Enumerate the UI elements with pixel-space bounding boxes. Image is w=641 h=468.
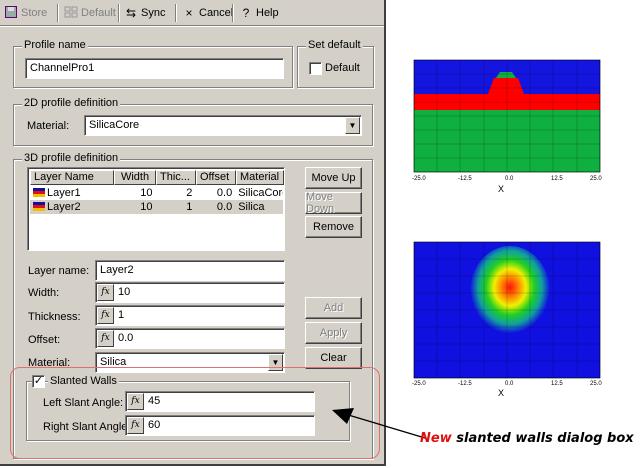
move-down-button[interactable]: Move Down <box>305 191 362 215</box>
annotation-caption-text: slanted walls dialog box <box>456 431 634 446</box>
thickness-value: 1 <box>118 309 125 321</box>
width-cell: 10 <box>140 187 153 199</box>
sync-label: Sync <box>141 7 166 19</box>
annotation-caption: New slanted walls dialog box <box>420 431 634 446</box>
thickness-cell: 1 <box>186 201 193 213</box>
formula-icon[interactable]: fx <box>97 284 114 301</box>
x-axis-label: X <box>498 184 505 194</box>
save-icon <box>4 6 18 20</box>
x-tick: -12.5 <box>458 381 472 387</box>
x-axis-label: X <box>498 388 505 398</box>
sync-icon: ⇆ <box>125 6 137 20</box>
x-tick: 12.5 <box>551 381 563 387</box>
x-tick: 0.0 <box>505 381 514 387</box>
table-row[interactable]: Layer1 10 2 0.0 SilicaCore <box>30 186 283 200</box>
formula-icon[interactable]: fx <box>97 330 114 347</box>
layer-name-text: Layer2 <box>47 201 81 213</box>
mode-field-image <box>413 241 601 379</box>
cancel-label: Cancel <box>199 7 234 19</box>
set-default-group-label: Set default <box>306 39 363 51</box>
layer-name-text: Layer1 <box>47 187 81 199</box>
annotation-arrow <box>332 408 426 439</box>
annotation-new-word: New <box>420 431 452 446</box>
offset-cell: 0.0 <box>216 187 233 199</box>
offset-input[interactable]: fx 0.0 <box>95 328 285 349</box>
chevron-down-icon[interactable]: ▼ <box>345 117 360 134</box>
width-value: 10 <box>118 286 131 298</box>
mode-field-plot: -25.0 -12.5 0.0 12.5 25.0 X <box>410 240 602 400</box>
layer-list-header: Layer Name Width Thic... Offset Material <box>30 170 284 185</box>
column-width[interactable]: Width <box>114 170 156 185</box>
material-2d-value: SilicaCore <box>89 119 140 131</box>
material-2d-label: Material: <box>27 120 70 132</box>
layer-list[interactable]: Layer Name Width Thic... Offset Material… <box>27 167 285 251</box>
x-tick: 25.0 <box>590 176 602 182</box>
apply-button[interactable]: Apply <box>305 322 362 344</box>
material-cell: Silica <box>238 201 265 213</box>
index-profile-plot: -25.0 -12.5 0.0 12.5 25.0 X <box>410 58 602 196</box>
profile-2d-group-label: 2D profile definition <box>22 97 121 109</box>
x-tick: -25.0 <box>412 176 426 182</box>
column-thickness[interactable]: Thic... <box>156 170 196 185</box>
layer-icon <box>33 188 45 198</box>
toolbar-separator <box>232 4 234 22</box>
default-checkbox-label: Default <box>325 62 360 74</box>
store-label: Store <box>21 7 48 19</box>
toolbar-separator <box>118 4 120 22</box>
toolbar-separator <box>175 4 177 22</box>
layer-icon <box>33 202 45 212</box>
layer-name-label: Layer name: <box>28 265 90 277</box>
layer-name-cell: Layer1 <box>30 186 114 200</box>
move-up-button[interactable]: Move Up <box>305 167 362 189</box>
offset-label: Offset: <box>28 334 61 346</box>
width-label: Width: <box>28 287 60 299</box>
formula-icon[interactable]: fx <box>97 307 114 324</box>
help-button[interactable]: ? Help <box>239 5 279 21</box>
offset-value: 0.0 <box>118 332 134 344</box>
column-offset[interactable]: Offset <box>196 170 236 185</box>
layer-name-input[interactable]: Layer2 <box>95 260 285 281</box>
default-checkbox[interactable] <box>309 62 322 75</box>
help-label: Help <box>256 7 279 19</box>
clear-button[interactable]: Clear <box>305 347 362 369</box>
width-cell: 10 <box>140 201 153 213</box>
material-2d-select[interactable]: SilicaCore ▼ <box>84 115 362 136</box>
help-icon: ? <box>242 6 250 20</box>
x-tick: 0.0 <box>505 176 514 182</box>
offset-cell: 0.0 <box>216 201 233 213</box>
remove-button[interactable]: Remove <box>305 216 362 238</box>
thickness-label: Thickness: <box>28 311 81 323</box>
x-tick: 12.5 <box>551 176 563 182</box>
material-cell: SilicaCore <box>238 187 283 199</box>
layer-name-cell: Layer2 <box>30 200 114 214</box>
toolbar: Store Default ⇆ Sync × Cancel ? Help <box>0 0 384 26</box>
default-label: Default <box>81 7 116 19</box>
cancel-button[interactable]: × Cancel <box>182 5 233 21</box>
default-button[interactable]: Default <box>64 5 116 21</box>
index-profile-image <box>413 59 601 173</box>
profile-name-value: ChannelPro1 <box>30 62 95 74</box>
profile-3d-group-label: 3D profile definition <box>22 152 121 164</box>
table-row[interactable]: Layer2 10 1 0.0 Silica <box>30 200 283 214</box>
column-layer-name[interactable]: Layer Name <box>30 170 114 185</box>
close-icon: × <box>185 6 193 20</box>
thickness-cell: 2 <box>186 187 193 199</box>
profile-name-input[interactable]: ChannelPro1 <box>25 58 284 79</box>
profile-name-group-label: Profile name <box>22 39 88 51</box>
default-icon <box>64 6 78 20</box>
column-material[interactable]: Material <box>236 170 284 185</box>
sync-button[interactable]: ⇆ Sync <box>124 5 166 21</box>
store-button[interactable]: Store <box>4 5 47 21</box>
layer-name-value: Layer2 <box>100 264 134 276</box>
add-button[interactable]: Add <box>305 297 362 319</box>
toolbar-separator <box>57 4 59 22</box>
thickness-input[interactable]: fx 1 <box>95 305 285 326</box>
width-input[interactable]: fx 10 <box>95 282 285 303</box>
x-tick: -12.5 <box>458 176 472 182</box>
x-tick: -25.0 <box>412 381 426 387</box>
x-tick: 25.0 <box>590 381 602 387</box>
